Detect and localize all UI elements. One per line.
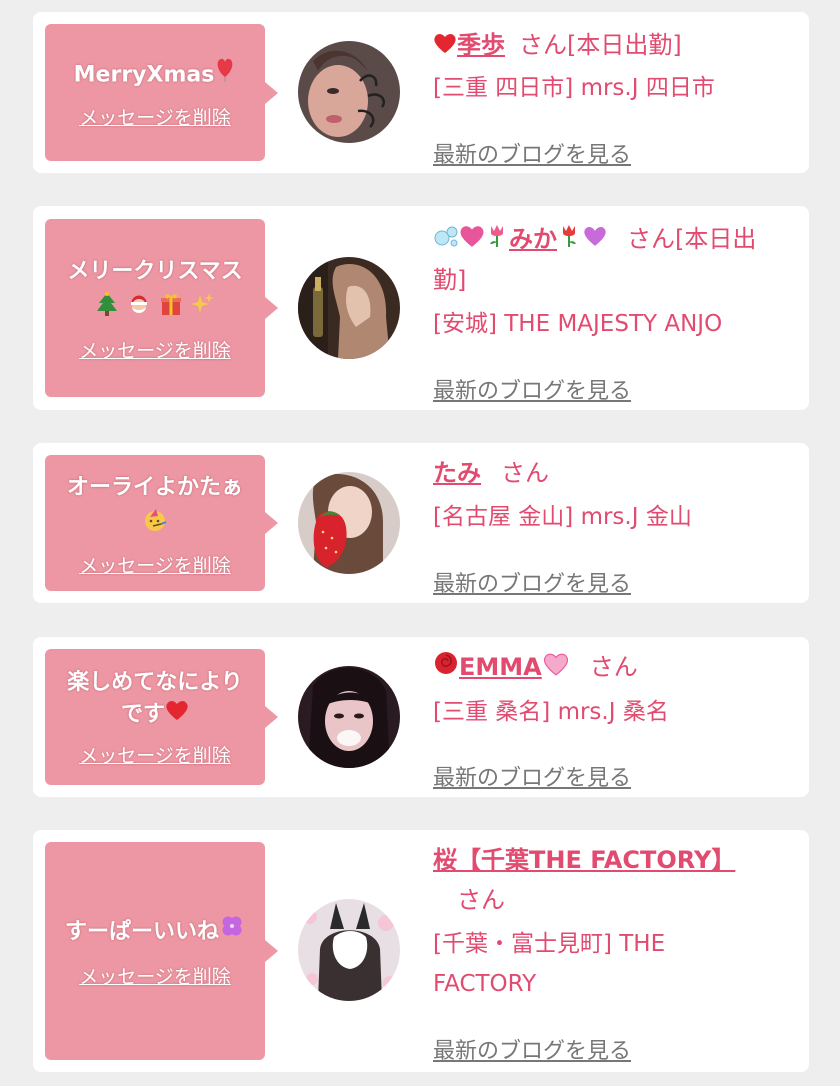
honorific: さん bbox=[457, 886, 505, 914]
latest-blog-link[interactable]: 最新のブログを見る bbox=[433, 1033, 631, 1065]
girl-name-link[interactable]: 季歩 bbox=[433, 31, 505, 59]
name-line: 桜【千葉THE FACTORY】さん bbox=[433, 840, 783, 920]
avatar[interactable] bbox=[298, 472, 400, 574]
honorific: さん bbox=[627, 225, 675, 253]
party-face-icon bbox=[142, 507, 168, 541]
name-line: 季歩 さん[本日出勤] bbox=[433, 25, 783, 66]
girl-info: EMMA さん [三重 桑名] mrs.J 桑名 最新のブログを見る bbox=[433, 647, 783, 791]
girl-name-link[interactable]: みか bbox=[433, 225, 609, 253]
clover-icon bbox=[219, 913, 245, 952]
shop-name-line1: [千葉・富士見町] THE bbox=[433, 931, 666, 957]
tulip-icon bbox=[485, 220, 509, 260]
message-card: 楽しめてなにより です メッセージを削除 EMMA さん [三重 桑名] mrs.… bbox=[33, 637, 809, 797]
honorific: さん bbox=[589, 653, 638, 681]
shop-name: [千葉・富士見町] THE FACTORY bbox=[433, 924, 783, 1004]
name-line: みか さん[本日出勤] bbox=[433, 219, 783, 300]
sparkles-icon bbox=[190, 291, 215, 326]
latest-blog-link[interactable]: 最新のブログを見る bbox=[433, 760, 631, 792]
latest-blog-link[interactable]: 最新のブログを見る bbox=[433, 373, 631, 405]
delete-message-link[interactable]: メッセージを削除 bbox=[79, 551, 231, 578]
message-bubble: MerryXmas メッセージを削除 bbox=[45, 24, 278, 161]
name-line: たみ さん bbox=[433, 453, 783, 493]
shop-name: [安城] THE MAJESTY ANJO bbox=[433, 311, 723, 337]
message-card: メリークリスマス メッセージを削除 みか さん[本日出勤] [安城] THE M… bbox=[33, 206, 809, 410]
message-text: 楽しめてなにより bbox=[67, 669, 243, 695]
girl-info: 季歩 さん[本日出勤] [三重 四日市] mrs.J 四日市 最新のブログを見る bbox=[433, 25, 783, 168]
shop-name-line2: FACTORY bbox=[433, 971, 537, 997]
avatar[interactable] bbox=[298, 257, 400, 359]
girl-name-link[interactable]: 桜【千葉THE FACTORY】 bbox=[433, 846, 735, 874]
shop-name: [三重 桑名] mrs.J 桑名 bbox=[433, 699, 669, 725]
heart-icon bbox=[581, 220, 609, 260]
girl-info: みか さん[本日出勤] [安城] THE MAJESTY ANJO 最新のブログを… bbox=[433, 219, 783, 404]
girl-name-link[interactable]: たみ bbox=[433, 459, 481, 487]
rose-icon bbox=[433, 648, 459, 688]
tulip-icon bbox=[557, 220, 581, 260]
work-status: [本日出勤] bbox=[567, 31, 682, 59]
message-bubble: オーライよかたぁ メッセージを削除 bbox=[45, 455, 278, 591]
heart-icon bbox=[542, 648, 570, 688]
heart-icon bbox=[165, 699, 189, 731]
latest-blog-link[interactable]: 最新のブログを見る bbox=[433, 137, 631, 169]
message-bubble: すーぱーいいね メッセージを削除 bbox=[45, 842, 278, 1060]
delete-message-link[interactable]: メッセージを削除 bbox=[79, 741, 231, 768]
honorific: さん bbox=[519, 31, 567, 59]
message-text: オーライよかたぁ bbox=[66, 474, 243, 500]
message-card: MerryXmas メッセージを削除 季歩 さん[本日出勤] [三重 四日市] m… bbox=[33, 12, 809, 173]
avatar[interactable] bbox=[298, 899, 400, 1001]
message-emoji-row bbox=[142, 507, 168, 541]
girl-info: たみ さん [名古屋 金山] mrs.J 金山 最新のブログを見る bbox=[433, 453, 783, 597]
bubbles-icon bbox=[433, 220, 459, 260]
message-card: すーぱーいいね メッセージを削除 桜【千葉THE FACTORY】さん [千葉・… bbox=[33, 830, 809, 1072]
delete-message-link[interactable]: メッセージを削除 bbox=[79, 336, 231, 363]
message-text: すーぱーいいね bbox=[65, 913, 245, 952]
heart-icon bbox=[433, 26, 457, 66]
name-line: EMMA さん bbox=[433, 647, 783, 688]
santa-icon bbox=[127, 291, 151, 326]
girl-info: 桜【千葉THE FACTORY】さん [千葉・富士見町] THE FACTORY… bbox=[433, 840, 783, 1064]
shop-name: [名古屋 金山] mrs.J 金山 bbox=[433, 504, 692, 530]
balloon-heart-icon bbox=[214, 56, 236, 95]
message-bubble: メリークリスマス メッセージを削除 bbox=[45, 219, 278, 397]
message-text: メリークリスマス bbox=[67, 259, 243, 284]
gift-icon bbox=[159, 291, 183, 326]
message-text-line2: です bbox=[121, 699, 189, 731]
delete-message-link[interactable]: メッセージを削除 bbox=[79, 103, 231, 130]
avatar[interactable] bbox=[298, 41, 400, 143]
message-text: MerryXmas bbox=[74, 56, 237, 95]
heart-icon bbox=[459, 220, 485, 260]
delete-message-link[interactable]: メッセージを削除 bbox=[79, 962, 231, 989]
message-card: オーライよかたぁ メッセージを削除 たみ さん [名古屋 金山] mrs.J 金山… bbox=[33, 443, 809, 603]
avatar[interactable] bbox=[298, 666, 400, 768]
girl-name-link[interactable]: EMMA bbox=[433, 652, 570, 681]
latest-blog-link[interactable]: 最新のブログを見る bbox=[433, 566, 631, 598]
message-emoji-row bbox=[95, 291, 214, 326]
message-list: MerryXmas メッセージを削除 季歩 さん[本日出勤] [三重 四日市] m… bbox=[0, 0, 840, 1086]
honorific: さん bbox=[501, 459, 549, 487]
message-bubble: 楽しめてなにより です メッセージを削除 bbox=[45, 649, 278, 785]
shop-name: [三重 四日市] mrs.J 四日市 bbox=[433, 75, 715, 101]
christmas-tree-icon bbox=[95, 291, 119, 326]
